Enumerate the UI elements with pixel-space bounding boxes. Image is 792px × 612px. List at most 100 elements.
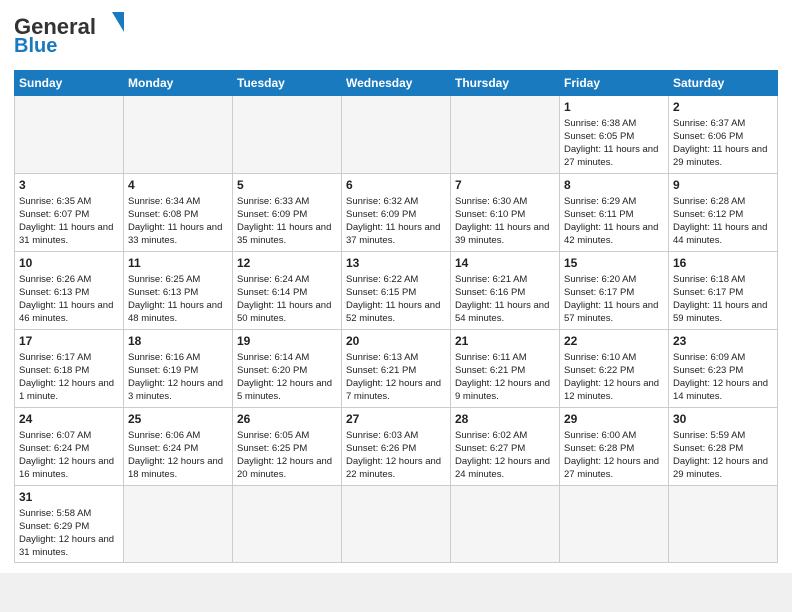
day-info: Sunrise: 6:11 AM Sunset: 6:21 PM Dayligh…: [455, 351, 555, 403]
day-number: 11: [128, 255, 228, 272]
calendar-week-row: 31Sunrise: 5:58 AM Sunset: 6:29 PM Dayli…: [15, 486, 778, 563]
calendar-cell: [124, 96, 233, 174]
calendar-cell: 31Sunrise: 5:58 AM Sunset: 6:29 PM Dayli…: [15, 486, 124, 563]
calendar-cell: 15Sunrise: 6:20 AM Sunset: 6:17 PM Dayli…: [560, 252, 669, 330]
day-number: 13: [346, 255, 446, 272]
day-number: 28: [455, 411, 555, 428]
day-info: Sunrise: 6:34 AM Sunset: 6:08 PM Dayligh…: [128, 195, 228, 247]
calendar-cell: 6Sunrise: 6:32 AM Sunset: 6:09 PM Daylig…: [342, 174, 451, 252]
col-saturday: Saturday: [669, 71, 778, 96]
calendar-cell: [669, 486, 778, 563]
day-number: 14: [455, 255, 555, 272]
calendar-cell: [124, 486, 233, 563]
day-info: Sunrise: 6:13 AM Sunset: 6:21 PM Dayligh…: [346, 351, 446, 403]
calendar-cell: 29Sunrise: 6:00 AM Sunset: 6:28 PM Dayli…: [560, 408, 669, 486]
calendar-week-row: 17Sunrise: 6:17 AM Sunset: 6:18 PM Dayli…: [15, 330, 778, 408]
day-info: Sunrise: 6:16 AM Sunset: 6:19 PM Dayligh…: [128, 351, 228, 403]
day-info: Sunrise: 6:05 AM Sunset: 6:25 PM Dayligh…: [237, 429, 337, 481]
calendar-cell: [233, 96, 342, 174]
calendar-week-row: 10Sunrise: 6:26 AM Sunset: 6:13 PM Dayli…: [15, 252, 778, 330]
day-number: 2: [673, 99, 773, 116]
day-number: 4: [128, 177, 228, 194]
day-info: Sunrise: 6:02 AM Sunset: 6:27 PM Dayligh…: [455, 429, 555, 481]
calendar-cell: 9Sunrise: 6:28 AM Sunset: 6:12 PM Daylig…: [669, 174, 778, 252]
day-number: 22: [564, 333, 664, 350]
day-number: 21: [455, 333, 555, 350]
calendar-cell: 1Sunrise: 6:38 AM Sunset: 6:05 PM Daylig…: [560, 96, 669, 174]
day-number: 3: [19, 177, 119, 194]
col-tuesday: Tuesday: [233, 71, 342, 96]
day-info: Sunrise: 6:24 AM Sunset: 6:14 PM Dayligh…: [237, 273, 337, 325]
day-info: Sunrise: 6:18 AM Sunset: 6:17 PM Dayligh…: [673, 273, 773, 325]
calendar-cell: 18Sunrise: 6:16 AM Sunset: 6:19 PM Dayli…: [124, 330, 233, 408]
day-number: 27: [346, 411, 446, 428]
day-number: 18: [128, 333, 228, 350]
day-info: Sunrise: 6:38 AM Sunset: 6:05 PM Dayligh…: [564, 117, 664, 169]
logo-arrow: [112, 12, 124, 32]
calendar-cell: 8Sunrise: 6:29 AM Sunset: 6:11 PM Daylig…: [560, 174, 669, 252]
calendar-cell: [342, 96, 451, 174]
calendar-cell: [15, 96, 124, 174]
day-info: Sunrise: 6:03 AM Sunset: 6:26 PM Dayligh…: [346, 429, 446, 481]
col-monday: Monday: [124, 71, 233, 96]
calendar-cell: 2Sunrise: 6:37 AM Sunset: 6:06 PM Daylig…: [669, 96, 778, 174]
calendar-cell: 25Sunrise: 6:06 AM Sunset: 6:24 PM Dayli…: [124, 408, 233, 486]
logo-full-svg: General Blue: [14, 12, 124, 57]
calendar-week-row: 3Sunrise: 6:35 AM Sunset: 6:07 PM Daylig…: [15, 174, 778, 252]
logo-blue-text: Blue: [14, 35, 57, 57]
calendar-cell: 5Sunrise: 6:33 AM Sunset: 6:09 PM Daylig…: [233, 174, 342, 252]
day-number: 25: [128, 411, 228, 428]
day-info: Sunrise: 6:20 AM Sunset: 6:17 PM Dayligh…: [564, 273, 664, 325]
calendar-page: General Blue Sunday Monday Tuesday Wedne…: [0, 0, 792, 573]
day-number: 31: [19, 489, 119, 506]
calendar-cell: 11Sunrise: 6:25 AM Sunset: 6:13 PM Dayli…: [124, 252, 233, 330]
calendar-cell: 16Sunrise: 6:18 AM Sunset: 6:17 PM Dayli…: [669, 252, 778, 330]
calendar-cell: [451, 96, 560, 174]
calendar-cell: 30Sunrise: 5:59 AM Sunset: 6:28 PM Dayli…: [669, 408, 778, 486]
day-number: 29: [564, 411, 664, 428]
day-info: Sunrise: 6:28 AM Sunset: 6:12 PM Dayligh…: [673, 195, 773, 247]
col-wednesday: Wednesday: [342, 71, 451, 96]
calendar-cell: [560, 486, 669, 563]
day-number: 15: [564, 255, 664, 272]
day-number: 19: [237, 333, 337, 350]
calendar-week-row: 1Sunrise: 6:38 AM Sunset: 6:05 PM Daylig…: [15, 96, 778, 174]
day-number: 30: [673, 411, 773, 428]
day-info: Sunrise: 6:26 AM Sunset: 6:13 PM Dayligh…: [19, 273, 119, 325]
calendar-cell: [233, 486, 342, 563]
day-info: Sunrise: 6:21 AM Sunset: 6:16 PM Dayligh…: [455, 273, 555, 325]
day-number: 12: [237, 255, 337, 272]
calendar-cell: 13Sunrise: 6:22 AM Sunset: 6:15 PM Dayli…: [342, 252, 451, 330]
day-number: 16: [673, 255, 773, 272]
day-info: Sunrise: 6:14 AM Sunset: 6:20 PM Dayligh…: [237, 351, 337, 403]
calendar-cell: 19Sunrise: 6:14 AM Sunset: 6:20 PM Dayli…: [233, 330, 342, 408]
day-info: Sunrise: 6:10 AM Sunset: 6:22 PM Dayligh…: [564, 351, 664, 403]
day-number: 8: [564, 177, 664, 194]
header: General Blue: [14, 12, 778, 62]
day-info: Sunrise: 6:09 AM Sunset: 6:23 PM Dayligh…: [673, 351, 773, 403]
col-sunday: Sunday: [15, 71, 124, 96]
day-number: 9: [673, 177, 773, 194]
day-info: Sunrise: 6:35 AM Sunset: 6:07 PM Dayligh…: [19, 195, 119, 247]
day-number: 7: [455, 177, 555, 194]
calendar-week-row: 24Sunrise: 6:07 AM Sunset: 6:24 PM Dayli…: [15, 408, 778, 486]
day-number: 10: [19, 255, 119, 272]
calendar-header-row: Sunday Monday Tuesday Wednesday Thursday…: [15, 71, 778, 96]
calendar-cell: 10Sunrise: 6:26 AM Sunset: 6:13 PM Dayli…: [15, 252, 124, 330]
day-number: 26: [237, 411, 337, 428]
col-friday: Friday: [560, 71, 669, 96]
logo-wordmark: General Blue: [14, 12, 132, 62]
day-info: Sunrise: 6:06 AM Sunset: 6:24 PM Dayligh…: [128, 429, 228, 481]
calendar-cell: 20Sunrise: 6:13 AM Sunset: 6:21 PM Dayli…: [342, 330, 451, 408]
day-number: 17: [19, 333, 119, 350]
day-info: Sunrise: 6:00 AM Sunset: 6:28 PM Dayligh…: [564, 429, 664, 481]
day-info: Sunrise: 6:33 AM Sunset: 6:09 PM Dayligh…: [237, 195, 337, 247]
day-number: 1: [564, 99, 664, 116]
calendar-cell: [451, 486, 560, 563]
day-number: 24: [19, 411, 119, 428]
logo: General Blue: [14, 12, 132, 62]
calendar-cell: 26Sunrise: 6:05 AM Sunset: 6:25 PM Dayli…: [233, 408, 342, 486]
day-number: 6: [346, 177, 446, 194]
day-info: Sunrise: 6:25 AM Sunset: 6:13 PM Dayligh…: [128, 273, 228, 325]
day-info: Sunrise: 6:30 AM Sunset: 6:10 PM Dayligh…: [455, 195, 555, 247]
